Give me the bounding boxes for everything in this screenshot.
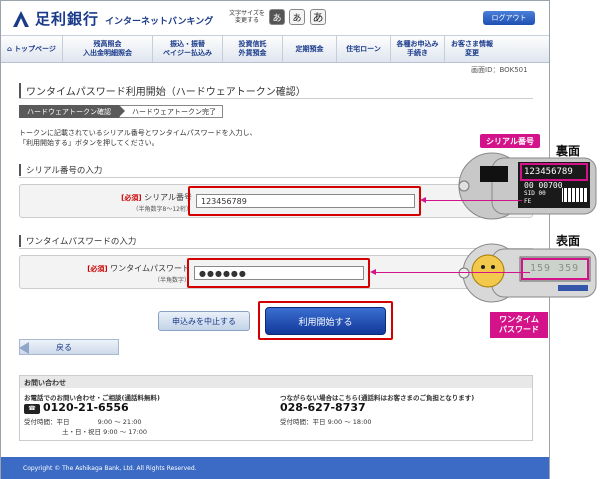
title-divider	[19, 98, 533, 99]
instruction-line: トークンに記載されているシリアル番号とワンタイムパスワードを入力し、	[19, 129, 257, 137]
token-back-image: 123456789 00 00700 SID 00 FE	[458, 152, 598, 220]
cancel-application-button[interactable]: 申込みを中止する	[158, 311, 250, 331]
home-icon: ⌂	[7, 44, 13, 53]
browser-frame: 足利銀行 インターネットバンキング 文字サイズを変更する あ あ あ ログアウト…	[0, 0, 550, 479]
serial-highlight-box	[188, 186, 421, 216]
contact-right-hours: 受付時間：平日 9:00 ～ 18:00	[280, 418, 372, 426]
token-back-code: SID 00	[524, 190, 546, 197]
bank-logo-icon	[11, 9, 31, 29]
bank-logo: 足利銀行 インターネットバンキング	[11, 8, 213, 29]
contact-left-hours: 受付時間：平日 9:00 ～ 21:00	[24, 418, 142, 426]
token-back-code-2: 00	[538, 190, 546, 197]
serial-section-heading: シリアル番号の入力	[19, 164, 102, 176]
otp-label: [必須] ワンタイムパスワード （半角数字）	[60, 263, 190, 284]
contact-left-tel[interactable]: 0120-21-6556	[43, 401, 129, 414]
back-button[interactable]: 戻る	[19, 339, 119, 355]
serial-hint: （半角数字8～12桁）	[132, 206, 192, 213]
service-name: インターネットバンキング	[105, 17, 214, 27]
token-display-digits: 159 359	[530, 263, 580, 274]
header: 足利銀行 インターネットバンキング 文字サイズを変更する あ あ あ ログアウト	[1, 1, 549, 35]
otp-label-text: ワンタイムパスワード	[110, 264, 190, 273]
contact-right-tel[interactable]: 028-627-8737	[280, 401, 366, 414]
font-size-small-button[interactable]: あ	[269, 9, 285, 25]
back-button-label: 戻る	[56, 342, 72, 352]
footer: Copyright © The Ashikaga Bank, Ltd. All …	[1, 457, 549, 479]
token-front-image: 159 359	[458, 243, 598, 303]
nav-item-customer-info[interactable]: お客さま情報 変更	[445, 36, 499, 62]
serial-label: [必須] シリアル番号 （半角数字8～12桁）	[80, 192, 192, 213]
serial-number-tag: シリアル番号	[480, 134, 540, 148]
one-time-password-tag: ワンタイム パスワード	[490, 312, 548, 338]
font-size-label: 文字サイズを変更する	[229, 10, 265, 24]
instructions: トークンに記載されているシリアル番号とワンタイムパスワードを入力し、 「利用開始…	[19, 128, 257, 148]
contact-left-hours-weekend: 土・日・祝日 9:00 ～ 17:00	[62, 428, 148, 436]
token-serial-text: 123456789	[524, 167, 573, 177]
otp-arrow-line	[376, 272, 530, 273]
barcode-icon	[562, 188, 588, 202]
serial-arrow-line	[426, 200, 522, 201]
otp-hint: （半角数字）	[153, 277, 190, 284]
contact-panel: お問い合わせ お電話でのお問い合わせ・ご相談(通話料無料) ☎ 0120-21-6…	[19, 375, 533, 441]
nav-item-time-deposit[interactable]: 定期預金	[283, 36, 337, 62]
serial-label-text: シリアル番号	[144, 193, 192, 202]
section-divider	[19, 248, 533, 249]
otp-section-heading: ワンタイムパスワードの入力	[19, 235, 136, 247]
page-title: ワンタイムパスワード利用開始（ハードウェアトークン確認）	[19, 83, 306, 98]
token-back-code-3: FE	[524, 198, 532, 205]
nav-item-investment[interactable]: 投資信託 外貨預金	[223, 36, 283, 62]
token-back-digits: 00 00700	[524, 181, 563, 190]
main-nav: ⌂ トップページ 残高照会 入出金明細照会 振込・振替 ペイジー払込み 投資信託…	[1, 35, 549, 63]
freedial-icon: ☎	[24, 404, 40, 414]
start-usage-button[interactable]: 利用開始する	[265, 307, 386, 335]
bank-name: 足利銀行	[35, 10, 100, 28]
step-next: ハードウェアトークン完了	[119, 105, 223, 118]
instruction-line: 「利用開始する」ボタンを押してください。	[19, 139, 159, 147]
contact-left-tel-row: ☎ 0120-21-6556	[24, 401, 129, 414]
otp-arrow-head	[370, 269, 376, 275]
nav-item-housing-loan[interactable]: 住宅ローン	[337, 36, 391, 62]
token-back-code-1: SID	[524, 190, 535, 197]
required-badge: [必須]	[87, 265, 108, 273]
font-size-medium-button[interactable]: あ	[289, 9, 305, 25]
nav-item-label: トップページ	[14, 44, 56, 53]
screen-id: 画面ID：BOK501	[471, 66, 528, 74]
nav-item-balance[interactable]: 残高照会 入出金明細照会	[63, 36, 153, 62]
otp-highlight-box	[187, 258, 370, 288]
logout-button[interactable]: ログアウト	[483, 11, 535, 25]
nav-item-transfer[interactable]: 振込・振替 ペイジー払込み	[153, 36, 223, 62]
serial-arrow-head	[420, 197, 426, 203]
section-divider	[19, 177, 533, 178]
contact-heading: お問い合わせ	[20, 376, 532, 388]
nav-item-top[interactable]: ⌂ トップページ	[1, 36, 63, 62]
font-size-large-button[interactable]: あ	[310, 9, 326, 25]
required-badge: [必須]	[121, 194, 142, 202]
nav-item-applications[interactable]: 各種お申込み 手続き	[391, 36, 445, 62]
step-current: ハードウェアトークン確認	[19, 105, 125, 118]
step-indicator: ハードウェアトークン確認 ハードウェアトークン完了	[19, 105, 223, 118]
